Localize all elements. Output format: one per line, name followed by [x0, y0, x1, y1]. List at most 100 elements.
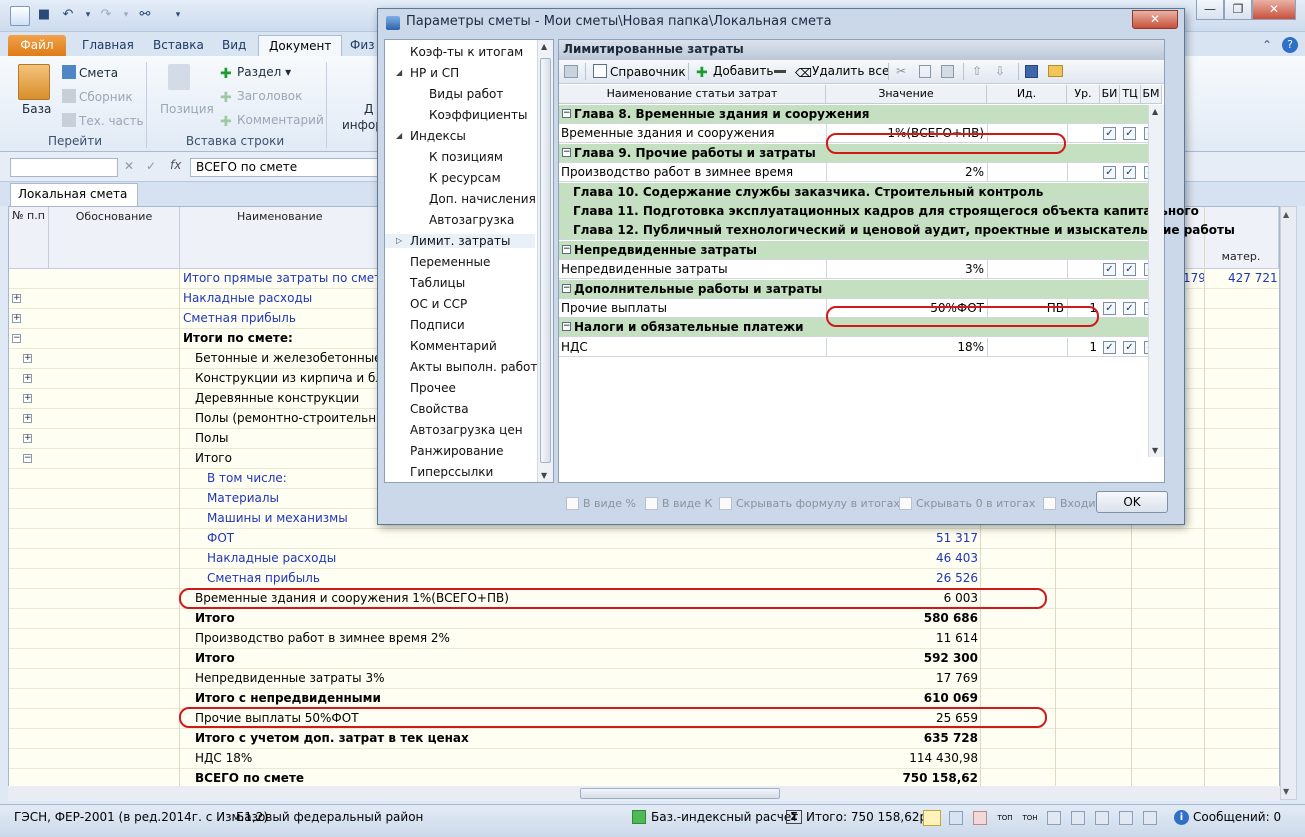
- expand-icon[interactable]: +: [23, 374, 32, 383]
- scroll-up-icon[interactable]: ▲: [541, 42, 547, 51]
- nav-item[interactable]: Гиперссылки: [410, 465, 493, 479]
- table-row[interactable]: Итого 580 686: [9, 609, 1279, 629]
- cost-section-row[interactable]: Глава 10. Содержание службы заказчика. С…: [559, 182, 1162, 202]
- minus-icon[interactable]: [774, 70, 786, 73]
- nav-scrollbar[interactable]: ▲ ▼: [537, 40, 553, 482]
- reference-button[interactable]: Справочник: [593, 64, 686, 79]
- bi-checkbox[interactable]: ✓: [1103, 340, 1116, 354]
- table-scrollbar[interactable]: ▲ ▼: [1148, 105, 1164, 457]
- view-mode-icon-6[interactable]: [1047, 811, 1061, 825]
- nav-item[interactable]: Коэф-ты к итогам: [410, 45, 523, 59]
- add-button[interactable]: ✚ Добавить: [696, 64, 773, 81]
- nav-item[interactable]: ◢ Индексы: [396, 129, 466, 143]
- cell-reference-box[interactable]: [10, 158, 118, 177]
- nav-item[interactable]: ◢ НР и СП: [396, 66, 459, 80]
- nav-item[interactable]: Автозагрузка: [429, 213, 514, 227]
- table-row[interactable]: Производство работ в зимнее время 2% 11 6…: [9, 629, 1279, 649]
- expand-icon[interactable]: +: [12, 294, 21, 303]
- cost-id[interactable]: [987, 163, 1067, 183]
- tab-insert[interactable]: Вставка: [143, 35, 214, 56]
- expanded-arrow-icon[interactable]: ◢: [396, 131, 402, 140]
- tc-checkbox[interactable]: ✓: [1123, 127, 1136, 141]
- qat-customize-icon[interactable]: ▾: [170, 7, 186, 23]
- table-row[interactable]: Итого с учетом доп. затрат в тек ценах 63…: [9, 729, 1279, 749]
- print-icon[interactable]: [564, 65, 578, 78]
- status-messages[interactable]: Сообщений: 0: [1193, 805, 1281, 829]
- collapse-icon[interactable]: −: [562, 244, 571, 254]
- formula-input[interactable]: ВСЕГО по смете: [190, 158, 380, 177]
- tab-file[interactable]: Файл: [8, 35, 66, 56]
- table-row[interactable]: Итого с непредвиденными 610 069: [9, 689, 1279, 709]
- open-folder-icon[interactable]: [1048, 65, 1063, 77]
- tc-checkbox[interactable]: ✓: [1123, 340, 1136, 354]
- nav-item[interactable]: Коэффициенты: [429, 108, 527, 122]
- dialog-close-button[interactable]: ✕: [1132, 10, 1178, 29]
- expand-icon[interactable]: +: [23, 414, 32, 423]
- scroll-down-icon[interactable]: ▼: [1152, 446, 1158, 455]
- cost-section-row[interactable]: − Дополнительные работы и затраты: [559, 279, 1162, 299]
- view-mode-icon-9[interactable]: [1119, 811, 1133, 825]
- nav-item[interactable]: ОС и ССР: [410, 297, 467, 311]
- expand-icon[interactable]: +: [23, 394, 32, 403]
- cost-value[interactable]: 18%: [826, 337, 987, 357]
- view-mode-icon-8[interactable]: [1095, 811, 1109, 825]
- view-mode-icon-3[interactable]: [973, 811, 987, 825]
- view-mode-icon-4[interactable]: ТОП: [997, 811, 1013, 825]
- tab-home[interactable]: Главная: [72, 35, 144, 56]
- ribbon-minimize-icon[interactable]: ⌃: [1262, 38, 1276, 52]
- vertical-scrollbar[interactable]: ▲ ▼: [1280, 206, 1297, 800]
- smeta-button[interactable]: Смета: [62, 65, 118, 80]
- bi-checkbox[interactable]: ✓: [1103, 302, 1116, 315]
- tab-local-smeta[interactable]: Локальная смета ✕: [10, 183, 138, 222]
- nav-item[interactable]: Свойства: [410, 402, 469, 416]
- collapsed-arrow-icon[interactable]: ▷: [396, 236, 402, 245]
- collapse-icon[interactable]: −: [562, 283, 571, 293]
- nav-item[interactable]: ▷ Лимит. затраты: [385, 234, 535, 248]
- scroll-up-icon[interactable]: ▲: [1283, 210, 1289, 219]
- tc-checkbox[interactable]: ✓: [1123, 166, 1136, 180]
- scroll-up-icon[interactable]: ▲: [1152, 107, 1158, 116]
- collapse-icon[interactable]: −: [23, 454, 32, 463]
- binoculars-icon[interactable]: ⚯: [135, 7, 155, 23]
- scroll-thumb[interactable]: [580, 788, 780, 799]
- baza-button[interactable]: База: [22, 102, 51, 116]
- cost-row[interactable]: Производство работ в зимнее время2%✓✓✓: [559, 163, 1162, 183]
- cost-section-row[interactable]: Глава 12. Публичный технологический и це…: [559, 221, 1235, 241]
- save-icon[interactable]: ■: [36, 7, 52, 23]
- expanded-arrow-icon[interactable]: ◢: [396, 68, 402, 77]
- collapse-icon[interactable]: −: [562, 147, 571, 157]
- nav-item[interactable]: К позициям: [429, 150, 503, 164]
- tab-view[interactable]: Вид: [212, 35, 256, 56]
- nav-item[interactable]: Комментарий: [410, 339, 497, 353]
- nav-item[interactable]: Подписи: [410, 318, 465, 332]
- view-mode-icon-2[interactable]: [949, 811, 963, 825]
- collapse-icon[interactable]: −: [12, 334, 21, 343]
- table-row[interactable]: ФОТ 51 317: [9, 529, 1279, 549]
- expand-icon[interactable]: +: [23, 434, 32, 443]
- table-row[interactable]: Итого 592 300: [9, 649, 1279, 669]
- close-window-button[interactable]: ✕: [1252, 0, 1296, 20]
- table-row[interactable]: НДС 18% 114 430,98: [9, 749, 1279, 769]
- collapse-icon[interactable]: −: [562, 322, 571, 332]
- view-mode-icon-5[interactable]: ТОН: [1022, 811, 1038, 825]
- nav-item[interactable]: Таблицы: [410, 276, 465, 290]
- nav-item[interactable]: К ресурсам: [429, 171, 501, 185]
- nav-item[interactable]: Переменные: [410, 255, 490, 269]
- nav-item[interactable]: Акты выполн. работ: [410, 360, 537, 374]
- help-icon[interactable]: ?: [1282, 37, 1298, 53]
- nav-item[interactable]: Автозагрузка цен: [410, 423, 523, 437]
- cost-level[interactable]: [1067, 163, 1100, 183]
- nav-item[interactable]: Ранжирование: [410, 444, 503, 458]
- cost-section-row[interactable]: Глава 11. Подготовка эксплуатационных ка…: [559, 202, 1199, 221]
- delete-all-button[interactable]: ⌫Удалить все: [795, 64, 889, 80]
- cost-row[interactable]: Непредвиденные затраты3%✓✓✓: [559, 260, 1162, 280]
- undo-icon[interactable]: ↶: [60, 7, 76, 23]
- minimize-button[interactable]: —: [1196, 0, 1224, 20]
- cost-section-row[interactable]: − Глава 8. Временные здания и сооружения: [559, 105, 1162, 124]
- table-row[interactable]: Сметная прибыль 26 526: [9, 569, 1279, 589]
- cost-level[interactable]: [1067, 124, 1100, 144]
- view-mode-icon-7[interactable]: [1071, 811, 1085, 825]
- cost-level[interactable]: 1: [1067, 337, 1100, 357]
- cost-id[interactable]: [987, 260, 1067, 280]
- bi-checkbox[interactable]: ✓: [1103, 127, 1116, 141]
